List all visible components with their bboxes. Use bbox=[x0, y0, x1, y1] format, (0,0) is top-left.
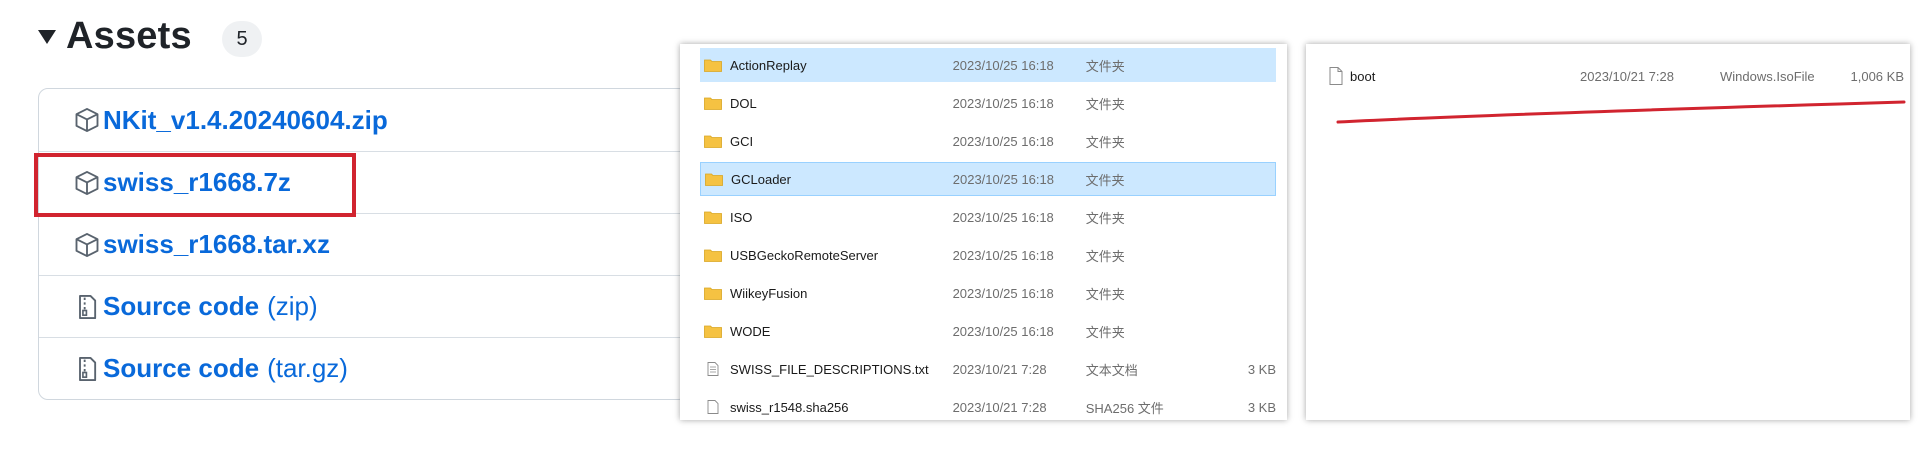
package-icon bbox=[75, 107, 99, 133]
file-row-gci[interactable]: GCI 2023/10/25 16:18 文件夹 bbox=[700, 124, 1276, 158]
folder-icon bbox=[704, 135, 722, 148]
file-size: 3 KB bbox=[1247, 361, 1276, 377]
file-name: USBGeckoRemoteServer bbox=[730, 247, 879, 263]
file-size: 3 KB bbox=[1247, 399, 1276, 415]
file-row-actionreplay[interactable]: ActionReplay 2023/10/25 16:18 文件夹 bbox=[700, 48, 1276, 82]
file-date: 2023/10/21 7:28 bbox=[952, 399, 1047, 415]
file-type: 文件夹 bbox=[1085, 96, 1125, 112]
file-date: 2023/10/25 16:18 bbox=[952, 95, 1054, 111]
file-name: GCLoader bbox=[731, 171, 791, 187]
file-name: SWISS_FILE_DESCRIPTIONS.txt bbox=[730, 361, 929, 377]
file-name: WODE bbox=[730, 323, 771, 339]
asset-suffix: (zip) bbox=[267, 291, 318, 321]
file-row-wode[interactable]: WODE 2023/10/25 16:18 文件夹 bbox=[700, 314, 1276, 348]
assets-count-badge: 5 bbox=[222, 21, 262, 57]
file-date: 2023/10/25 16:18 bbox=[952, 57, 1054, 73]
file-name: GCI bbox=[730, 133, 754, 149]
file-icon bbox=[707, 400, 719, 414]
file-name: ISO bbox=[730, 209, 753, 225]
file-name: boot bbox=[1350, 68, 1376, 84]
file-type: Windows.IsoFile bbox=[1720, 68, 1815, 84]
asset-item-nkit[interactable]: NKit_v1.4.20240604.zip bbox=[39, 89, 687, 151]
folder-icon bbox=[704, 59, 722, 72]
package-icon bbox=[75, 232, 99, 257]
asset-link[interactable]: Source code bbox=[103, 353, 259, 384]
file-type: 文件夹 bbox=[1085, 58, 1125, 74]
asset-item-source-targz[interactable]: Source code (tar.gz) bbox=[39, 337, 687, 399]
file-date: 2023/10/25 16:18 bbox=[952, 285, 1054, 301]
file-date: 2023/10/25 16:18 bbox=[952, 133, 1054, 149]
folder-icon bbox=[704, 97, 722, 110]
file-row-usbgecko[interactable]: USBGeckoRemoteServer 2023/10/25 16:18 文件… bbox=[700, 238, 1276, 272]
file-explorer-boot-view: boot 2023/10/21 7:28 Windows.IsoFile 1,0… bbox=[1306, 44, 1910, 420]
file-date: 2023/10/25 16:18 bbox=[952, 171, 1054, 187]
file-zip-icon bbox=[79, 294, 97, 319]
file-row-gcloader[interactable]: GCLoader 2023/10/25 16:18 文件夹 bbox=[700, 162, 1276, 196]
file-row-swiss-sha256[interactable]: swiss_r1548.sha256 2023/10/21 7:28 SHA25… bbox=[700, 390, 1276, 420]
file-row-dol[interactable]: DOL 2023/10/25 16:18 文件夹 bbox=[700, 86, 1276, 120]
highlight-annotation bbox=[34, 153, 356, 217]
file-row-boot[interactable]: boot 2023/10/21 7:28 Windows.IsoFile 1,0… bbox=[1328, 62, 1906, 90]
file-size: 1,006 KB bbox=[1850, 68, 1905, 84]
file-date: 2023/10/21 7:28 bbox=[1580, 68, 1674, 84]
asset-link[interactable]: NKit_v1.4.20240604.zip bbox=[103, 105, 388, 136]
file-type: 文件夹 bbox=[1085, 172, 1125, 188]
asset-link[interactable]: Source code bbox=[103, 291, 259, 322]
asset-link[interactable]: swiss_r1668.tar.xz bbox=[103, 229, 330, 260]
file-type: 文本文档 bbox=[1085, 362, 1138, 378]
file-date: 2023/10/25 16:18 bbox=[952, 323, 1054, 339]
file-row-swiss-descriptions[interactable]: SWISS_FILE_DESCRIPTIONS.txt 2023/10/21 7… bbox=[700, 352, 1276, 386]
assets-list: NKit_v1.4.20240604.zip swiss_r1668.7z sw… bbox=[38, 88, 688, 400]
file-name: swiss_r1548.sha256 bbox=[730, 399, 849, 415]
file-type: SHA256 文件 bbox=[1085, 400, 1164, 416]
assets-title: Assets bbox=[66, 14, 192, 57]
file-date: 2023/10/25 16:18 bbox=[952, 209, 1054, 225]
folder-icon bbox=[704, 287, 722, 300]
file-type: 文件夹 bbox=[1085, 134, 1125, 150]
folder-icon bbox=[704, 325, 722, 338]
red-underline-annotation bbox=[1336, 100, 1906, 124]
file-explorer-folder-view: ActionReplay 2023/10/25 16:18 文件夹 DOL 20… bbox=[680, 44, 1287, 420]
file-type: 文件夹 bbox=[1085, 324, 1125, 340]
file-row-wiikeyfusion[interactable]: WiikeyFusion 2023/10/25 16:18 文件夹 bbox=[700, 276, 1276, 310]
text-file-icon bbox=[707, 362, 719, 376]
asset-item-swiss-tar-xz[interactable]: swiss_r1668.tar.xz bbox=[39, 213, 687, 275]
file-type: 文件夹 bbox=[1085, 286, 1125, 302]
file-row-iso[interactable]: ISO 2023/10/25 16:18 文件夹 bbox=[700, 200, 1276, 234]
asset-item-source-zip[interactable]: Source code (zip) bbox=[39, 275, 687, 337]
file-name: DOL bbox=[730, 95, 757, 111]
file-date: 2023/10/21 7:28 bbox=[952, 361, 1047, 377]
file-icon bbox=[1329, 67, 1343, 85]
assets-toggle[interactable]: Assets bbox=[38, 12, 192, 60]
file-date: 2023/10/25 16:18 bbox=[952, 247, 1054, 263]
asset-suffix: (tar.gz) bbox=[267, 353, 348, 383]
caret-down-icon bbox=[38, 30, 56, 44]
file-zip-icon bbox=[79, 356, 97, 381]
folder-icon bbox=[704, 211, 722, 224]
file-name: WiikeyFusion bbox=[730, 285, 808, 301]
file-type: 文件夹 bbox=[1085, 210, 1125, 226]
file-type: 文件夹 bbox=[1085, 248, 1125, 264]
file-name: ActionReplay bbox=[730, 57, 807, 73]
folder-icon bbox=[704, 249, 722, 262]
folder-icon bbox=[705, 173, 723, 186]
